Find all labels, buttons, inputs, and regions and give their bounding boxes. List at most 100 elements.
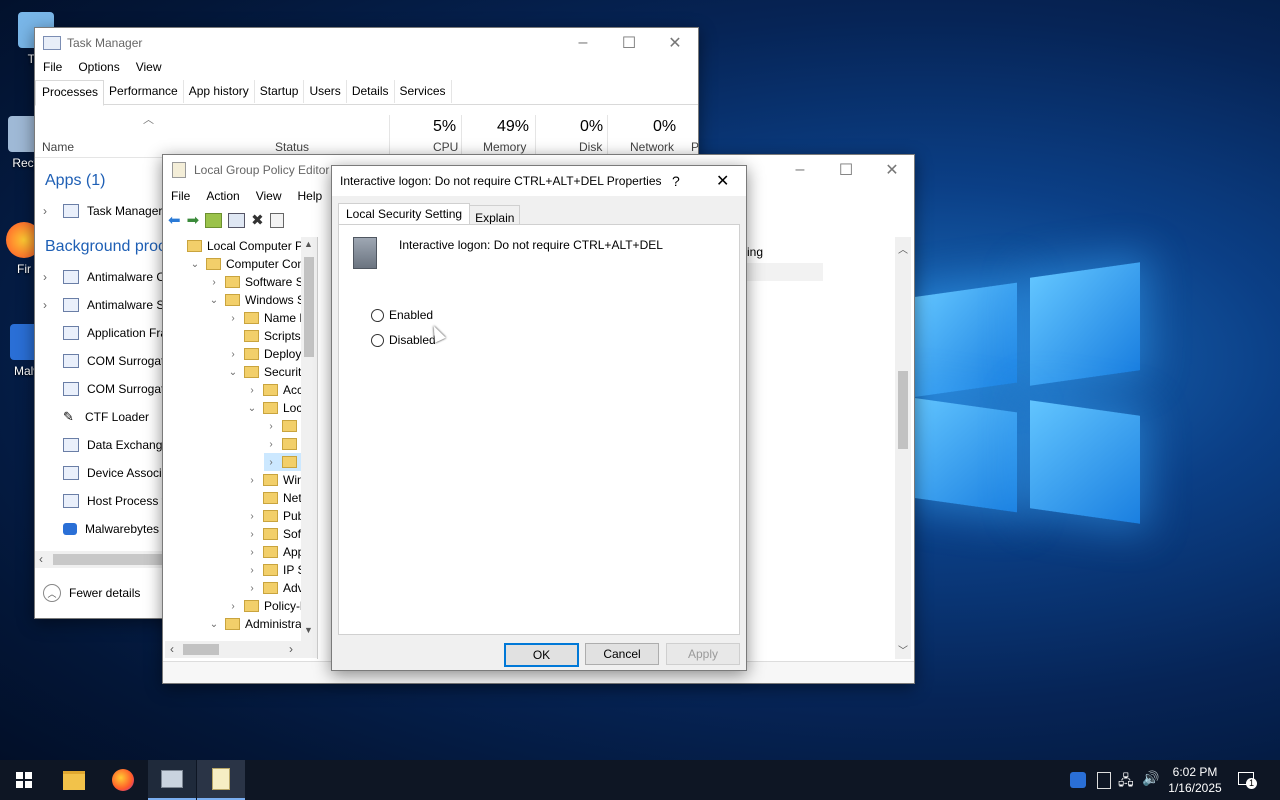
up-folder-icon[interactable] [205, 212, 223, 228]
chevron-right-icon[interactable]: › [264, 421, 278, 432]
scroll-left-icon[interactable]: ‹ [39, 552, 43, 566]
enabled-radio[interactable] [371, 308, 384, 322]
scroll-left-icon[interactable]: ‹ [170, 642, 174, 656]
gpedit-menu-help[interactable]: Help [290, 189, 331, 203]
chevron-right-icon[interactable]: › [226, 349, 240, 360]
maximize-button[interactable]: ☐ [606, 28, 652, 58]
close-button[interactable]: ✕ [652, 28, 698, 58]
column-network[interactable]: Network [630, 140, 674, 154]
process-row[interactable]: Application Fra [63, 319, 167, 347]
minimize-button[interactable]: – [560, 28, 606, 58]
chevron-down-icon[interactable]: ⌄ [226, 367, 240, 378]
process-row[interactable]: Malwarebytes [63, 515, 159, 543]
chevron-right-icon[interactable]: › [245, 511, 259, 522]
fewer-details-button[interactable]: ︿ Fewer details [43, 584, 140, 602]
scroll-down-icon[interactable]: ﹀ [898, 642, 908, 657]
menu-file[interactable]: File [35, 60, 70, 74]
clock[interactable]: 6:02 PM 1/16/2025 [1162, 764, 1228, 796]
chevron-right-icon[interactable]: › [226, 601, 240, 612]
chevron-right-icon[interactable]: › [245, 475, 259, 486]
dialog-help-button[interactable]: ? [672, 173, 680, 189]
scroll-down-icon[interactable]: ▼ [304, 625, 313, 635]
taskbar-group-policy-editor[interactable] [148, 760, 196, 800]
apply-button[interactable]: Apply [666, 643, 740, 665]
tray-malwarebytes-icon[interactable] [1070, 772, 1086, 788]
chevron-right-icon[interactable]: › [264, 439, 278, 450]
tree-scroll-thumb[interactable] [304, 257, 314, 357]
gpedit-maximize-button[interactable]: ☐ [823, 155, 869, 185]
chevron-right-icon[interactable]: › [245, 583, 259, 594]
process-row[interactable]: ✎ CTF Loader [63, 403, 149, 431]
process-row[interactable]: Data Exchange [63, 431, 169, 459]
gpedit-menu-view[interactable]: View [248, 189, 290, 203]
tree-item[interactable]: Local Computer Polic [169, 237, 317, 255]
properties-icon[interactable] [269, 212, 284, 228]
forward-arrow-icon[interactable]: ➡ [187, 211, 200, 229]
process-row-task-manager[interactable]: › Task Manager [43, 197, 162, 225]
chevron-right-icon[interactable]: › [264, 457, 278, 468]
details-selected-row[interactable] [743, 263, 823, 281]
column-name[interactable]: Name [42, 140, 74, 154]
process-row[interactable]: COM Surrogat [63, 375, 164, 403]
delete-icon[interactable]: ✖ [251, 211, 264, 229]
tree-item[interactable]: ⌄ Computer Config [188, 255, 317, 273]
details-vertical-scrollbar[interactable]: ︿ ﹀ [895, 237, 911, 659]
tab-startup[interactable]: Startup [255, 80, 305, 103]
process-row[interactable]: › Antimalware S [43, 291, 164, 319]
chevron-right-icon[interactable]: › [43, 204, 63, 218]
column-status[interactable]: Status [275, 140, 309, 154]
column-p[interactable]: P [691, 140, 699, 154]
scroll-thumb[interactable] [53, 554, 163, 565]
chevron-right-icon[interactable]: › [245, 385, 259, 396]
tab-processes[interactable]: Processes [35, 80, 105, 106]
details-column-header[interactable]: ing [747, 245, 763, 259]
horizontal-scrollbar[interactable]: ‹ [35, 551, 163, 568]
scroll-right-icon[interactable]: › [289, 642, 293, 656]
disabled-radio-option[interactable]: Disabled [371, 333, 436, 347]
chevron-down-icon[interactable]: ⌄ [207, 619, 221, 630]
chevron-right-icon[interactable]: › [43, 270, 63, 284]
process-row[interactable]: Device Associa [63, 459, 168, 487]
tree-item[interactable]: ⌄ Administrativ [207, 615, 314, 633]
menu-options[interactable]: Options [70, 60, 127, 74]
chevron-right-icon[interactable]: › [245, 565, 259, 576]
show-hide-tree-icon[interactable] [228, 212, 246, 228]
tab-users[interactable]: Users [304, 80, 347, 103]
tray-notepad-icon[interactable] [1097, 772, 1111, 789]
chevron-right-icon[interactable]: › [245, 547, 259, 558]
column-cpu[interactable]: CPU [433, 140, 458, 154]
tree-vertical-scrollbar[interactable]: ▲ ▼ [301, 237, 317, 641]
dialog-close-button[interactable]: ✕ [716, 171, 729, 191]
menu-view[interactable]: View [128, 60, 170, 74]
tree-horizontal-scrollbar[interactable]: ‹ › [165, 641, 317, 658]
tab-app-history[interactable]: App history [184, 80, 255, 103]
taskbar-policy-properties[interactable] [197, 760, 245, 800]
action-center-button[interactable]: 1 [1236, 770, 1257, 789]
tab-services[interactable]: Services [395, 80, 452, 103]
process-row[interactable]: Host Process fo [63, 487, 172, 515]
chevron-right-icon[interactable]: › [226, 313, 240, 324]
disabled-radio[interactable] [371, 333, 384, 347]
enabled-radio-option[interactable]: Enabled [371, 308, 433, 322]
network-icon[interactable]: 🖧 [1118, 770, 1134, 794]
taskbar-firefox[interactable] [99, 760, 147, 800]
volume-icon[interactable]: 🔊 [1142, 770, 1159, 787]
gpedit-menu-action[interactable]: Action [198, 189, 247, 203]
gpedit-minimize-button[interactable]: – [777, 155, 823, 185]
chevron-right-icon[interactable]: › [207, 277, 221, 288]
scroll-up-icon[interactable]: ▲ [304, 239, 313, 249]
process-row[interactable]: COM Surrogat [63, 347, 164, 375]
chevron-right-icon[interactable]: › [43, 298, 63, 312]
details-scroll-thumb[interactable] [898, 371, 908, 449]
tab-performance[interactable]: Performance [104, 80, 184, 103]
taskbar-file-explorer[interactable] [50, 760, 98, 800]
cancel-button[interactable]: Cancel [585, 643, 659, 665]
tab-explain[interactable]: Explain [470, 205, 521, 226]
back-arrow-icon[interactable]: ⬅ [168, 211, 181, 229]
tree-hscroll-thumb[interactable] [183, 644, 219, 655]
tab-details[interactable]: Details [347, 80, 395, 103]
tab-local-security-setting[interactable]: Local Security Setting [338, 203, 471, 225]
dialog-titlebar[interactable]: Interactive logon: Do not require CTRL+A… [332, 166, 746, 196]
chevron-down-icon[interactable]: ⌄ [188, 259, 202, 270]
scroll-up-icon[interactable]: ︿ [898, 241, 908, 256]
